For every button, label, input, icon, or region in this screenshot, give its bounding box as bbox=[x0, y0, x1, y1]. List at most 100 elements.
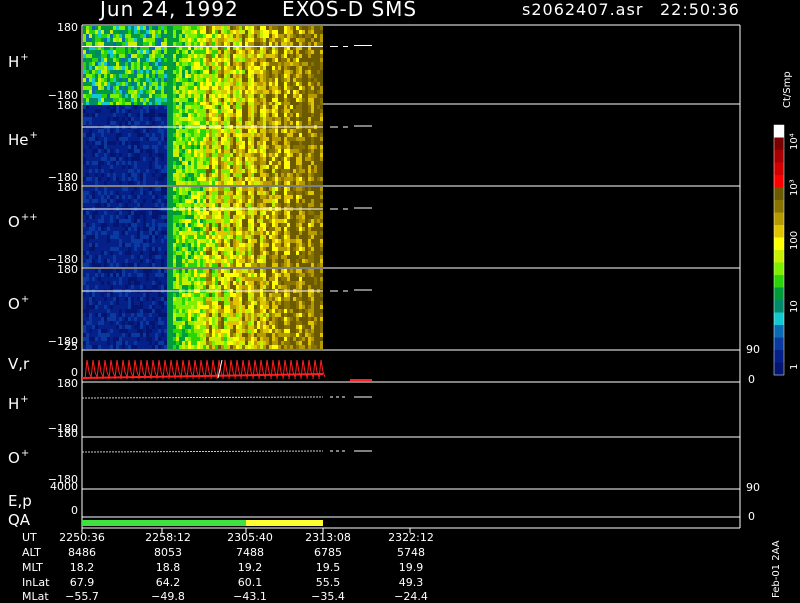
spectrogram-cell bbox=[86, 273, 89, 277]
spectrogram-cell bbox=[104, 173, 107, 177]
spectrogram-cell bbox=[203, 109, 206, 113]
spectrogram-cell bbox=[101, 243, 104, 247]
spectrogram-cell bbox=[107, 309, 110, 313]
spectrogram-cell bbox=[152, 161, 155, 165]
spectrogram-cell bbox=[224, 157, 227, 161]
spectrogram-cell bbox=[233, 42, 236, 46]
spectrogram-cell bbox=[227, 137, 230, 141]
spectrogram-cell bbox=[140, 199, 143, 203]
spectrogram-cell bbox=[167, 58, 170, 62]
spectrogram-cell bbox=[131, 78, 134, 82]
spectrogram-cell bbox=[119, 187, 122, 191]
spectrogram-cell bbox=[221, 165, 224, 169]
spectrogram-cell bbox=[128, 74, 131, 78]
spectrogram-cell bbox=[212, 211, 215, 215]
spectrogram-cell bbox=[293, 161, 296, 165]
spectrogram-cell bbox=[224, 38, 227, 42]
spectrogram-cell bbox=[269, 211, 272, 215]
spectrogram-cell bbox=[179, 109, 182, 113]
spectrogram-cell bbox=[317, 30, 320, 34]
spectrogram-cell bbox=[155, 66, 158, 70]
spectrogram-cell bbox=[266, 141, 269, 145]
spectrogram-cell bbox=[194, 94, 197, 98]
spectrogram-cell bbox=[203, 129, 206, 133]
spectrogram-cell bbox=[206, 187, 209, 191]
spectrogram-cell bbox=[140, 181, 143, 185]
spectrogram-cell bbox=[212, 219, 215, 223]
spectrogram-cell bbox=[125, 86, 128, 90]
spectrogram-cell bbox=[116, 247, 119, 251]
spectrogram-cell bbox=[206, 231, 209, 235]
spectrogram-cell bbox=[152, 177, 155, 181]
spectrogram-cell bbox=[122, 191, 125, 195]
spectrogram-cell bbox=[281, 121, 284, 125]
spectrogram-cell bbox=[278, 223, 281, 227]
spectrogram-cell bbox=[89, 62, 92, 66]
spectrogram-cell bbox=[296, 54, 299, 58]
spectrogram-cell bbox=[161, 263, 164, 267]
spectrogram-cell bbox=[158, 109, 161, 113]
spectrogram-cell bbox=[206, 42, 209, 46]
spectrogram-cell bbox=[176, 199, 179, 203]
spectrogram-cell bbox=[263, 129, 266, 133]
spectrogram-cell bbox=[188, 173, 191, 177]
spectrogram-cell bbox=[119, 30, 122, 34]
spectrogram-cell bbox=[305, 145, 308, 149]
spectrogram-cell bbox=[167, 74, 170, 78]
spectrogram-cell bbox=[170, 109, 173, 113]
spectrogram-cell bbox=[317, 42, 320, 46]
spectrogram-cell bbox=[152, 105, 155, 109]
spectrogram-cell bbox=[203, 199, 206, 203]
spectrogram-cell bbox=[200, 239, 203, 243]
spectrogram-cell bbox=[317, 255, 320, 259]
spectrogram-cell bbox=[287, 223, 290, 227]
spectrogram-cell bbox=[149, 141, 152, 145]
spectrogram-cell bbox=[266, 137, 269, 141]
spectrogram-cell bbox=[107, 42, 110, 46]
spectrogram-cell bbox=[137, 38, 140, 42]
spectrogram-cell bbox=[98, 117, 101, 121]
spectrogram-cell bbox=[146, 54, 149, 58]
spectrogram-cell bbox=[212, 247, 215, 251]
spectrogram-cell bbox=[158, 30, 161, 34]
spectrogram-cell bbox=[158, 169, 161, 173]
spectrogram-cell bbox=[107, 30, 110, 34]
spectrogram-cell bbox=[314, 263, 317, 267]
spectrogram-cell bbox=[203, 211, 206, 215]
spectrogram-cell bbox=[134, 191, 137, 195]
spectrogram-cell bbox=[176, 191, 179, 195]
spectrogram-cell bbox=[242, 251, 245, 255]
spectrogram-cell bbox=[254, 149, 257, 153]
spectrogram-cell bbox=[92, 195, 95, 199]
spectrogram-cell bbox=[86, 187, 89, 191]
spectrogram-cell bbox=[170, 94, 173, 98]
spectrogram-cell bbox=[122, 223, 125, 227]
spectrogram-cell bbox=[257, 177, 260, 181]
spectrogram-cell bbox=[188, 211, 191, 215]
spectrogram-cell bbox=[215, 239, 218, 243]
spectrogram-cell bbox=[281, 177, 284, 181]
spectrogram-cell bbox=[296, 263, 299, 267]
spectrogram-cell bbox=[266, 247, 269, 251]
spectrogram-cell bbox=[191, 235, 194, 239]
spectrogram-cell bbox=[140, 173, 143, 177]
spectrogram-cell bbox=[134, 263, 137, 267]
spectrogram-cell bbox=[155, 191, 158, 195]
spectrogram-cell bbox=[218, 50, 221, 54]
spectrogram-cell bbox=[284, 62, 287, 66]
spectrogram-cell bbox=[263, 105, 266, 109]
spectrogram-cell bbox=[170, 239, 173, 243]
spectrogram-cell bbox=[149, 227, 152, 231]
spectrogram-cell bbox=[83, 199, 86, 203]
spectrogram-cell bbox=[125, 141, 128, 145]
spectrogram-cell bbox=[92, 341, 95, 345]
spectrogram-cell bbox=[206, 26, 209, 30]
spectrogram-cell bbox=[209, 82, 212, 86]
spectrogram-cell bbox=[314, 195, 317, 199]
spectrogram-cell bbox=[134, 247, 137, 251]
spectrogram-cell bbox=[206, 199, 209, 203]
spectrogram-cell bbox=[161, 177, 164, 181]
spectrogram-cell bbox=[263, 50, 266, 54]
spectrogram-cell bbox=[98, 82, 101, 86]
spectrogram-cell bbox=[125, 62, 128, 66]
